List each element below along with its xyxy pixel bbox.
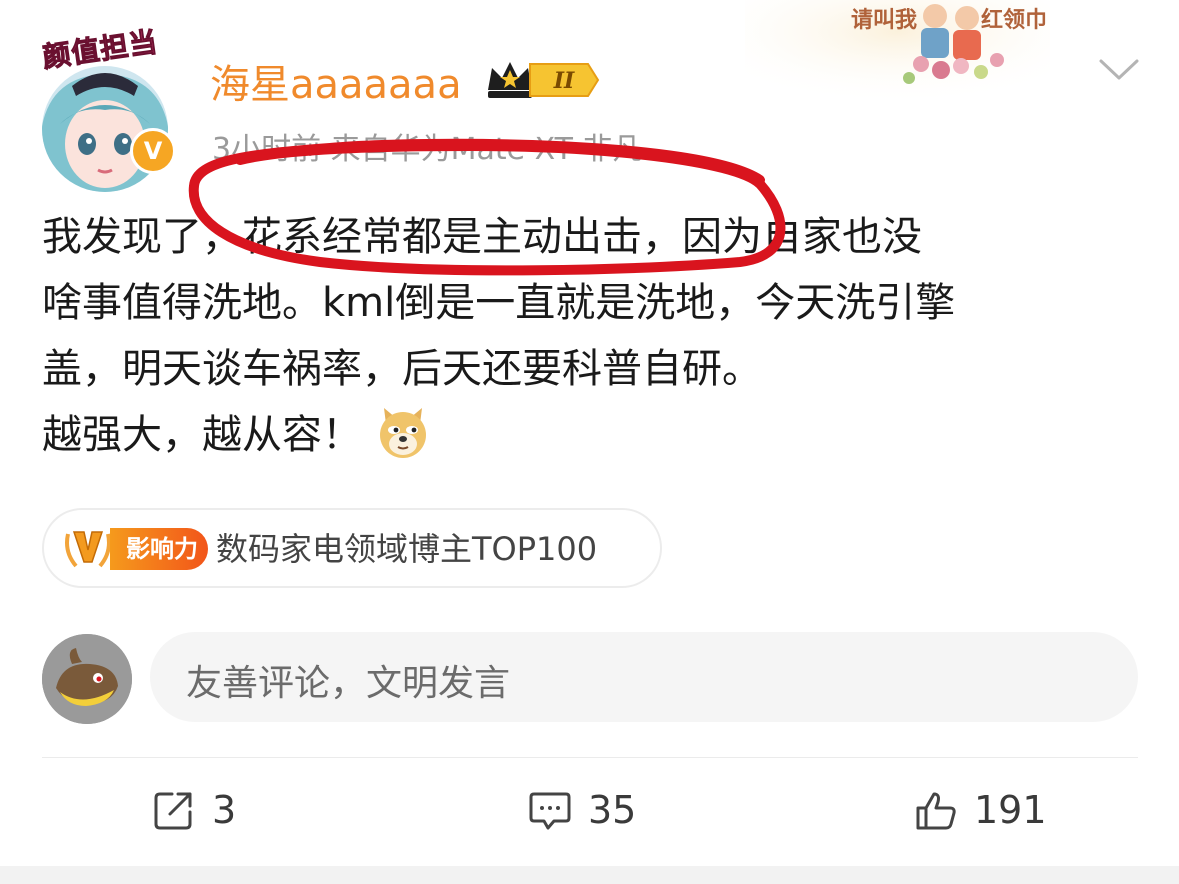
comment-placeholder: 友善评论，文明发言 xyxy=(186,663,511,704)
post-line: 盖，明天谈车祸率，后天还要科普自研。 xyxy=(42,346,762,392)
level-text: II xyxy=(553,68,575,94)
post-body[interactable]: 我发现了，花系经常都是主动出击，因为自家也没 啥事值得洗地。kml倒是一直就是洗… xyxy=(42,204,1152,468)
comment-input[interactable]: 友善评论，文明发言 xyxy=(150,632,1138,722)
influence-tag[interactable]: 影响力 数码家电领域博主TOP100 xyxy=(42,508,662,588)
level-badge-icon[interactable]: II xyxy=(484,58,602,102)
header-decoration: 请叫我 红领巾 xyxy=(745,0,1050,105)
influence-text: 数码家电领域博主TOP100 xyxy=(216,530,598,568)
post-line: 我发现了，花系经常都是主动出击，因为自家也没 xyxy=(42,214,922,260)
author-avatar[interactable]: 颜值担当 V xyxy=(40,25,176,192)
like-count: 191 xyxy=(974,788,1047,832)
username[interactable]: 海星aaaaaaa xyxy=(210,52,462,110)
share-button[interactable]: 3 xyxy=(152,784,236,836)
post-meta: 3小时前 来自华为Mate XT 非凡 xyxy=(212,132,643,167)
comment-count: 35 xyxy=(588,788,637,832)
share-icon xyxy=(154,792,192,830)
my-avatar[interactable] xyxy=(42,634,132,724)
bottom-separator xyxy=(0,866,1179,884)
like-button[interactable]: 191 xyxy=(914,784,1047,836)
post-line: 越强大，越从容！ xyxy=(42,412,362,458)
verified-icon: V xyxy=(130,128,176,174)
v-medal-icon xyxy=(62,526,114,574)
post-line-last: 越强大，越从容！ xyxy=(42,402,1152,468)
comment-button[interactable]: 35 xyxy=(528,784,636,836)
influence-chip: 影响力 xyxy=(110,528,208,570)
comment-icon xyxy=(529,792,571,830)
deco-text-right: 红领巾 xyxy=(981,8,1048,33)
avatar-badge: 颜值担当 xyxy=(40,25,160,75)
divider xyxy=(42,757,1138,758)
doge-emoji-icon xyxy=(376,406,430,460)
share-count: 3 xyxy=(212,788,237,832)
deco-text-left: 请叫我 xyxy=(851,8,918,33)
chevron-down-icon[interactable] xyxy=(1098,56,1140,84)
post-line: 啥事值得洗地。kml倒是一直就是洗地，今天洗引擎 xyxy=(42,280,956,326)
thumbs-up-icon xyxy=(916,792,956,830)
